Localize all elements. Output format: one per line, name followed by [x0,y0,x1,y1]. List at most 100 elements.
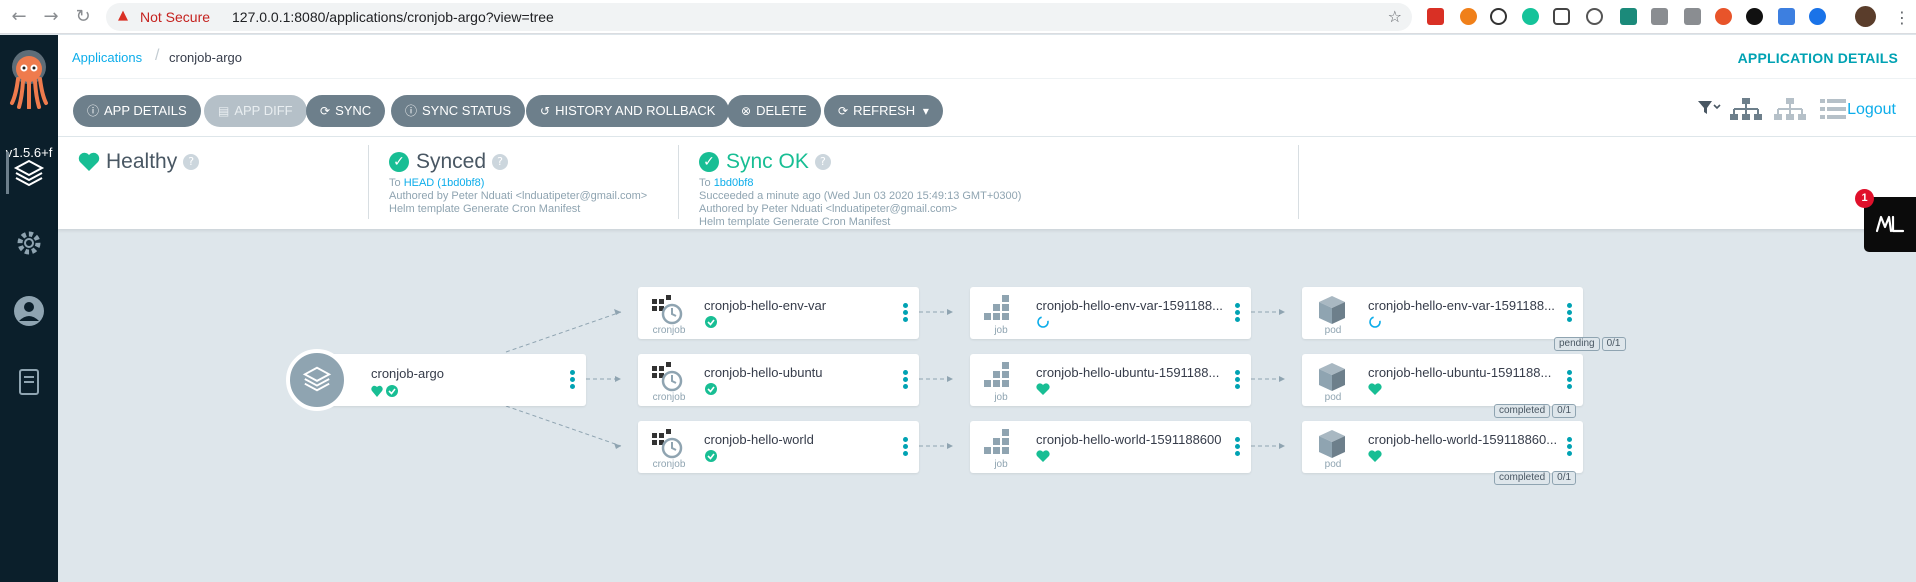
extension-icon[interactable] [1778,8,1795,25]
node-name: cronjob-argo [371,366,444,381]
sidebar-item-user-info[interactable] [0,285,58,337]
info-icon: ⓘ [405,104,418,118]
help-icon[interactable]: ? [814,154,831,170]
profile-avatar[interactable] [1855,6,1876,27]
node-menu-icon[interactable] [1567,437,1573,457]
sidebar-item-applications[interactable] [0,147,58,199]
browser-toolbar: ← → ↻ ▲ Not Secure 127.0.0.1:8080/applic… [0,0,1916,34]
extension-icon[interactable] [1620,8,1637,25]
app-circle [286,349,348,411]
pod-tags: pending 0/1 [1552,333,1626,351]
pocket-icon[interactable] [1553,8,1570,25]
node-menu-icon[interactable] [903,370,909,390]
node-status [371,384,401,398]
pod-cube-icon [1319,296,1345,324]
tree-view-icon[interactable] [1730,97,1762,123]
node-kind: job [994,325,1008,336]
grammarly-icon[interactable] [1522,8,1539,25]
bookmark-star-icon[interactable]: ☆ [1388,7,1402,26]
node-kind: pod [1324,392,1342,403]
refresh-icon: ⟳ [838,104,849,118]
node-menu-icon[interactable] [1567,303,1573,323]
check-circle-icon: ✓ [389,152,409,172]
job-node[interactable]: job cronjob-hello-ubuntu-1591188... [970,354,1251,406]
progressing-icon [1036,315,1050,329]
pod-tags: completed 0/1 [1492,400,1577,418]
node-menu-icon[interactable] [903,303,909,323]
address-bar[interactable]: ▲ Not Secure 127.0.0.1:8080/applications… [106,3,1412,31]
help-icon[interactable]: ? [183,154,200,170]
cronjob-node[interactable]: cronjob cronjob-hello-ubuntu [638,354,919,406]
argo-logo[interactable] [6,47,52,109]
synced-icon [704,382,718,396]
sync-button[interactable]: ⟳ SYNC [306,95,386,127]
job-node[interactable]: job cronjob-hello-world-1591188600 [970,421,1251,473]
job-icon [984,295,1009,320]
app-details-button[interactable]: ⓘ APP DETAILS [73,95,201,127]
book-icon [19,369,39,395]
operation-time: Succeeded a minute ago (Wed Jun 03 2020 … [699,190,1022,202]
progressing-icon [1368,315,1382,329]
url-text[interactable]: 127.0.0.1:8080/applications/cronjob-argo… [232,9,554,25]
node-menu-icon[interactable] [570,370,576,390]
user-icon [14,296,44,326]
metamask-icon[interactable] [1460,8,1477,25]
filter-icon[interactable] [1696,97,1722,119]
healthy-icon [1036,449,1050,463]
refresh-button[interactable]: ⟳ REFRESH ▾ [824,95,943,127]
extension-icon[interactable] [1427,8,1444,25]
breadcrumb-applications[interactable]: Applications [72,50,142,65]
healthy-icon [1368,449,1382,463]
gear-icon [17,231,41,255]
node-kind: job [994,459,1008,470]
logout-link[interactable]: Logout [1847,101,1896,119]
not-secure-label: Not Secure [140,9,211,25]
divider [678,145,679,219]
cronjob-icon [652,362,683,392]
pod-node[interactable]: pod cronjob-hello-env-var-1591188... [1302,287,1583,339]
caret-down-icon: ▾ [922,104,929,118]
heart-icon [78,152,100,171]
node-name: cronjob-hello-world [704,432,814,447]
reload-icon[interactable]: ↻ [72,6,94,28]
node-menu-icon[interactable] [1235,437,1241,457]
back-icon[interactable]: ← [8,6,30,28]
node-menu-icon[interactable] [903,437,909,457]
extension-icon[interactable] [1586,8,1603,25]
job-icon [984,429,1009,454]
page-title: APPLICATION DETAILS [1737,50,1898,66]
extension-icon[interactable] [1746,8,1763,25]
list-view-icon[interactable] [1820,97,1846,121]
delete-button[interactable]: ⊗ DELETE [727,95,821,127]
pod-phase-tag: completed [1494,404,1551,418]
cronjob-node[interactable]: cronjob cronjob-hello-world [638,421,919,473]
sidebar-item-settings[interactable] [0,217,58,269]
sidebar-item-docs[interactable] [0,357,58,409]
node-menu-icon[interactable] [1235,370,1241,390]
node-menu-icon[interactable] [1567,370,1573,390]
app-diff-button[interactable]: ▤ APP DIFF [204,95,307,127]
history-rollback-button[interactable]: ↺ HISTORY AND ROLLBACK [526,95,730,127]
extension-icon[interactable] [1684,8,1701,25]
cronjob-node[interactable]: cronjob cronjob-hello-env-var [638,287,919,339]
job-node[interactable]: job cronjob-hello-env-var-1591188... [970,287,1251,339]
pod-node[interactable]: pod cronjob-hello-world-159118860... [1302,421,1583,473]
app-node[interactable]: cronjob-argo [308,354,586,406]
forward-icon[interactable]: → [40,6,62,28]
status-panel: Healthy? ✓ Synced? To HEAD (1bd0bf8) Aut… [58,137,1916,229]
pod-node[interactable]: pod cronjob-hello-ubuntu-1591188... [1302,354,1583,406]
node-menu-icon[interactable] [1235,303,1241,323]
browser-menu-icon[interactable]: ⋮ [1894,8,1910,27]
node-kind: cronjob [652,325,686,336]
extension-icon[interactable] [1809,8,1826,25]
extension-icon[interactable] [1490,8,1507,25]
extension-icon[interactable] [1715,8,1732,25]
extension-icon[interactable] [1651,8,1668,25]
sync-status-button[interactable]: ⓘ SYNC STATUS [391,95,526,127]
revision-link[interactable]: 1bd0bf8 [714,177,754,189]
pod-phase-tag: completed [1494,471,1551,485]
help-icon[interactable]: ? [492,154,509,170]
network-view-icon[interactable] [1774,97,1806,123]
revision-link[interactable]: HEAD (1bd0bf8) [404,177,485,189]
pod-tags: completed 0/1 [1492,467,1577,485]
